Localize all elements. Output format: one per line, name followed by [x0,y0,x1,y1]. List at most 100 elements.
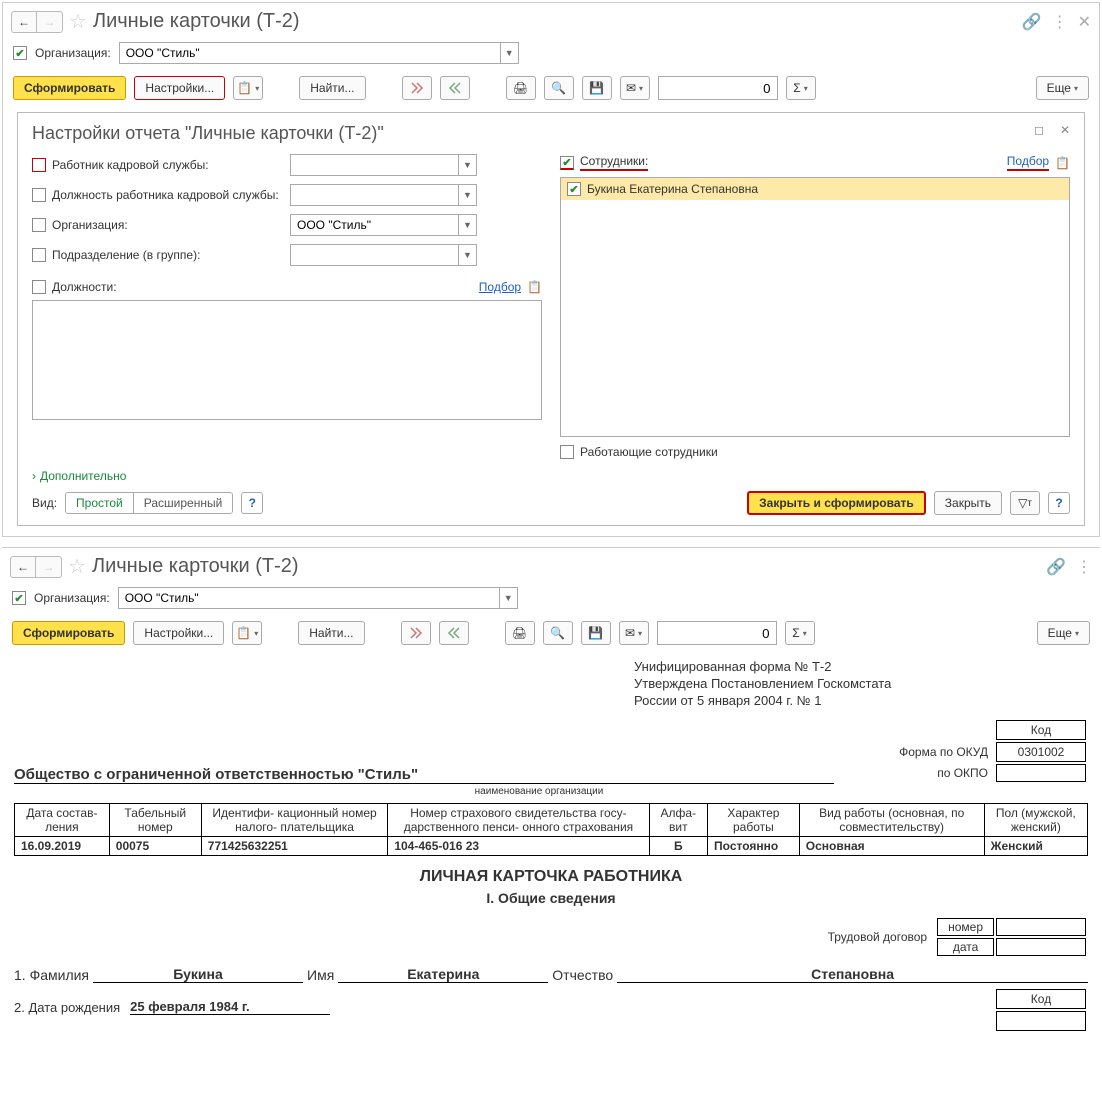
doc-meta: Унифицированная форма № Т-2 Утверждена П… [634,659,1088,710]
close-icon[interactable]: ✕ [1078,12,1091,32]
org-input-top[interactable]: ▼ [119,42,519,64]
back-button[interactable]: ← [11,11,37,33]
number-input[interactable] [657,621,777,645]
expand-button[interactable] [402,76,432,100]
more-icon[interactable]: ⋮ [1076,557,1092,577]
working-checkbox[interactable] [560,445,574,459]
email-button[interactable]: ✉▾ [619,621,649,645]
view-simple[interactable]: Простой [66,493,133,513]
dept-input[interactable]: ▼ [290,244,477,266]
org-label-settings: Организация: [52,218,128,232]
preview-button[interactable]: 🔍 [544,76,574,100]
hr-position-checkbox[interactable] [32,188,46,202]
more-icon[interactable]: ⋮ [1052,12,1068,32]
org-input-settings[interactable]: ▼ [290,214,477,236]
view-label: Вид: [32,496,57,510]
doc-section-title: I. Общие сведения [14,890,1088,906]
employees-checkbox[interactable]: ✔ [560,156,574,170]
dropdown-icon[interactable]: ▼ [458,185,476,205]
preview-button[interactable]: 🔍 [543,621,573,645]
org-checkbox[interactable]: ✔ [13,46,27,60]
employee-checkbox[interactable]: ✔ [567,182,581,196]
maximize-icon[interactable]: ◻ [1034,123,1044,137]
chevron-right-icon: › [32,469,36,483]
view-extended[interactable]: Расширенный [133,493,233,513]
positions-checkbox[interactable] [32,280,46,294]
settings-left-column: Работник кадровой службы: ▼ Должность ра… [32,154,542,459]
org-dropdown-icon[interactable]: ▼ [500,43,518,63]
sum-button[interactable]: Σ▾ [785,621,815,645]
sum-button[interactable]: Σ▾ [786,76,816,100]
name-row: 1. Фамилия Букина Имя Екатерина Отчество… [14,966,1088,983]
filter-button[interactable]: ▽т [1010,491,1040,515]
link-icon[interactable]: 🔗 [1046,557,1066,577]
paste-icon[interactable]: 📋 [1055,156,1070,170]
number-input[interactable] [658,76,778,100]
dept-checkbox[interactable] [32,248,46,262]
employees-listbox[interactable]: ✔ Букина Екатерина Степановна [560,177,1070,437]
close-generate-button[interactable]: Закрыть и сформировать [747,491,926,515]
link-icon[interactable]: 🔗 [1022,12,1042,32]
help-button[interactable]: ? [241,492,263,514]
main-table: Дата состав- ленияТабельный номер Иденти… [14,803,1088,856]
save-button[interactable]: 💾 [581,621,611,645]
window-top: ← → ☆ Личные карточки (Т-2) 🔗 ⋮ ✕ ✔ Орга… [2,2,1100,537]
collapse-button[interactable] [439,621,469,645]
page-title: Личные карточки (Т-2) [93,10,300,33]
paste-button[interactable]: 📋▾ [233,76,263,100]
forward-button[interactable]: → [37,11,63,33]
paste-icon[interactable]: 📋 [527,280,542,294]
print-button[interactable]: 🖨 [505,621,535,645]
page-title-bottom: Личные карточки (Т-2) [92,555,299,578]
collapse-button[interactable] [440,76,470,100]
hr-position-label: Должность работника кадровой службы: [52,188,279,202]
generate-button[interactable]: Сформировать [12,621,125,645]
org-field[interactable] [120,43,500,63]
hr-worker-checkbox[interactable] [32,158,46,172]
save-button[interactable]: 💾 [582,76,612,100]
dropdown-icon[interactable]: ▼ [458,215,476,235]
favorite-icon[interactable]: ☆ [68,554,86,579]
doc-org-name: Общество с ограниченной ответственностью… [14,766,834,784]
generate-button[interactable]: Сформировать [13,76,126,100]
view-segment[interactable]: Простой Расширенный [65,492,233,514]
settings-button[interactable]: Настройки... [133,621,224,645]
org-label: Организация: [34,591,110,605]
org-input-bottom[interactable]: ▼ [118,587,518,609]
print-button[interactable]: 🖨 [506,76,536,100]
settings-button[interactable]: Настройки... [134,76,225,100]
positions-listbox[interactable] [32,300,542,420]
find-button[interactable]: Найти... [299,76,365,100]
close-settings-icon[interactable]: ✕ [1060,123,1070,137]
more-button[interactable]: Еще▾ [1037,621,1090,645]
code-table: Код Форма по ОКУД0301002 по ОКПО [887,718,1088,784]
org-checkbox-settings[interactable] [32,218,46,232]
toolbar-top: Сформировать Настройки... 📋▾ Найти... 🖨 … [3,72,1099,108]
org-checkbox[interactable]: ✔ [12,591,26,605]
help-button-2[interactable]: ? [1048,492,1070,514]
positions-pick-link[interactable]: Подбор [479,280,521,294]
dropdown-icon[interactable]: ▼ [499,588,517,608]
toolbar-bottom: Сформировать Настройки... 📋▾ Найти... 🖨 … [2,617,1100,653]
close-button[interactable]: Закрыть [934,491,1002,515]
more-button[interactable]: Еще▾ [1036,76,1089,100]
favorite-icon[interactable]: ☆ [69,9,87,34]
titlebar-bottom: ← → ☆ Личные карточки (Т-2) 🔗 ⋮ [2,548,1100,585]
working-label: Работающие сотрудники [580,445,718,459]
paste-button[interactable]: 📋▾ [232,621,262,645]
org-field[interactable] [119,588,499,608]
hr-position-input[interactable]: ▼ [290,184,477,206]
dropdown-icon[interactable]: ▼ [458,155,476,175]
hr-worker-input[interactable]: ▼ [290,154,477,176]
find-button[interactable]: Найти... [298,621,364,645]
employee-name: Букина Екатерина Степановна [587,182,758,196]
list-item[interactable]: ✔ Букина Екатерина Степановна [561,178,1069,200]
forward-button[interactable]: → [36,556,62,578]
back-button[interactable]: ← [10,556,36,578]
advanced-toggle[interactable]: › Дополнительно [32,469,1070,483]
employees-pick-link[interactable]: Подбор [1007,154,1049,171]
expand-button[interactable] [401,621,431,645]
email-button[interactable]: ✉▾ [620,76,650,100]
dropdown-icon[interactable]: ▼ [458,245,476,265]
contract-table: Трудовой договорномер дата [816,916,1088,958]
